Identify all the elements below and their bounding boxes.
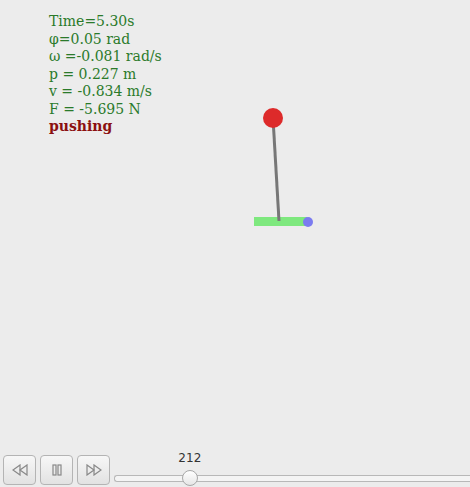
forward-button[interactable] [77, 455, 110, 485]
readout: F = -5.695 N [49, 101, 470, 119]
readout: φ=0.05 rad [49, 31, 470, 49]
simulation-view: Time=5.30sφ=0.05 radω =-0.081 rad/sp = 0… [0, 0, 470, 450]
readout: v = -0.834 m/s [49, 83, 470, 101]
readout: Time=5.30s [49, 13, 470, 31]
pause-icon [49, 464, 65, 476]
frame-number: 212 [178, 451, 201, 465]
slider-track [114, 475, 470, 482]
rewind-icon [12, 464, 28, 476]
rewind-button[interactable] [3, 455, 36, 485]
frame-slider[interactable]: 212 [114, 450, 470, 485]
status-label: pushing [49, 118, 470, 136]
pause-button[interactable] [40, 455, 73, 485]
pendulum-bob [263, 108, 283, 128]
readout-panel: Time=5.30sφ=0.05 radω =-0.081 rad/sp = 0… [0, 0, 470, 136]
cart [254, 217, 307, 226]
readout: p = 0.227 m [49, 66, 470, 84]
pole [273, 118, 279, 221]
playback-bar: 212 [0, 450, 470, 487]
readout: ω =-0.081 rad/s [49, 48, 470, 66]
fast-forward-icon [86, 464, 102, 476]
slider-thumb[interactable] [182, 470, 198, 486]
force-marker [303, 217, 313, 227]
